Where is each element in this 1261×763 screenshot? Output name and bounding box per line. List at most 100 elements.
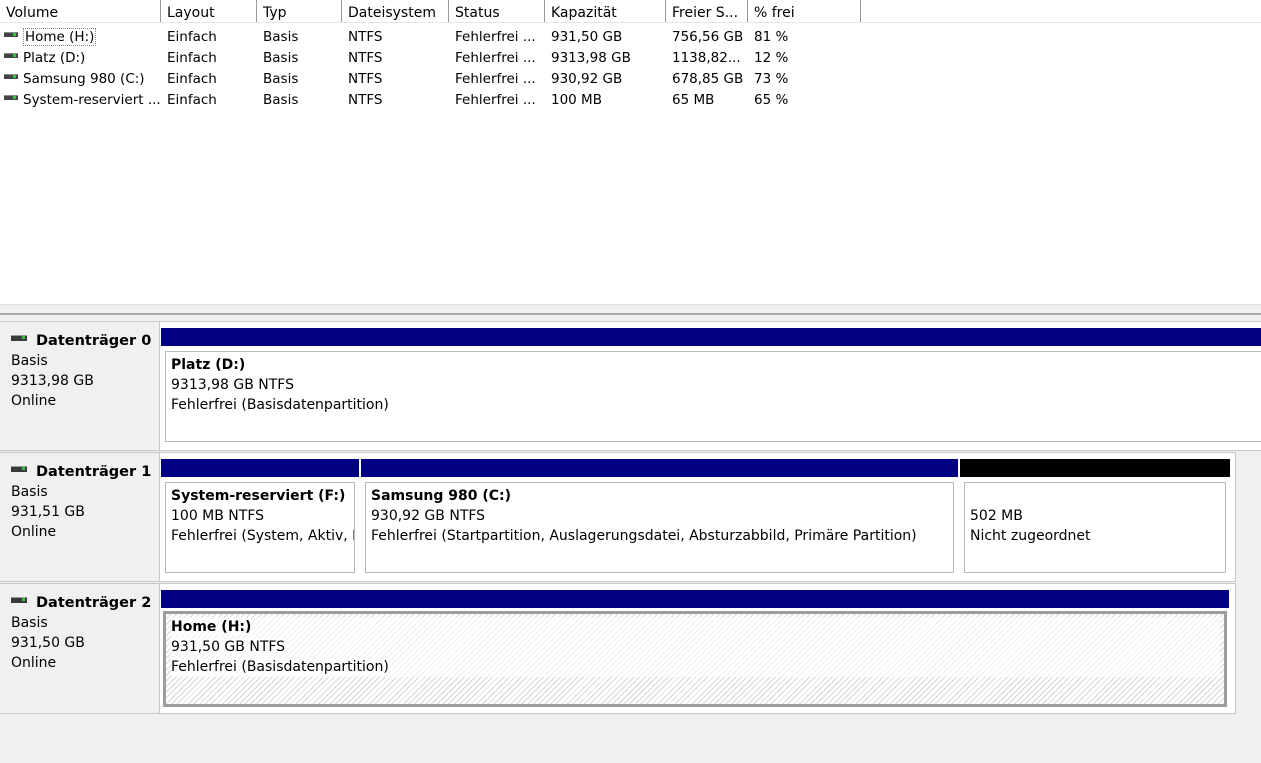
disk-title: Datenträger 1 [11,462,159,482]
drive-icon [4,52,18,58]
percent-free-cell: 12 % [754,50,789,66]
partition-status: Fehlerfrei (Startpartition, Auslagerungs… [371,528,917,544]
disk-title: Datenträger 2 [11,593,159,613]
column-header-layout[interactable]: Layout [161,0,257,22]
filesystem-cell: NTFS [348,50,383,66]
disk-name: Datenträger 2 [36,595,152,611]
partition-body-selected: Home (H:) 931,50 GB NTFS Fehlerfrei (Bas… [163,611,1227,707]
column-header-free-space[interactable]: Freier S... [666,0,748,22]
partition-size: 930,92 GB NTFS [371,508,486,524]
volume-list[interactable]: Volume Layout Typ Dateisystem Status Kap… [0,0,1261,305]
column-header-type[interactable]: Typ [257,0,342,22]
column-header-percent-free[interactable]: % frei [748,0,861,22]
capacity-cell: 931,50 GB [551,29,623,45]
pane-splitter[interactable] [0,305,1261,315]
capacity-cell: 100 MB [551,92,602,108]
volume-cell: System-reserviert ... [0,89,161,110]
layout-cell: Einfach [167,71,217,87]
status-cell: Fehlerfrei ... [455,71,536,87]
drive-icon [4,31,18,37]
volume-name: System-reserviert ... [23,92,161,108]
percent-free-cell: 81 % [754,29,789,45]
disk-name: Datenträger 1 [36,464,152,480]
layout-cell: Einfach [167,92,217,108]
type-cell: Basis [263,50,299,66]
status-cell: Fehlerfrei ... [455,92,536,108]
disk-1-label[interactable]: Datenträger 1 Basis 931,51 GB Online [0,452,160,582]
free-space-cell: 1138,82... [672,50,741,66]
column-header-status[interactable]: Status [449,0,545,22]
partition-bar [161,459,359,477]
disk-state: Online [11,524,57,540]
disk-1-area: System-reserviert (F:) 100 MB NTFS Fehle… [160,452,1236,582]
percent-free-cell: 65 % [754,92,789,108]
layout-cell: Einfach [167,29,217,45]
disk-2-area: Home (H:) 931,50 GB NTFS Fehlerfrei (Bas… [160,583,1236,714]
free-space-cell: 756,56 GB [672,29,744,45]
partition-bar [361,459,958,477]
volume-row-0[interactable]: Home (H:) Einfach Basis NTFS Fehlerfrei … [0,26,1261,47]
volume-cell: Samsung 980 (C:) [0,68,161,89]
disk-state: Online [11,393,57,409]
volume-name: Home (H:) [23,28,97,46]
volume-cell: Home (H:) [0,26,161,47]
layout-cell: Einfach [167,50,217,66]
disk-2-label[interactable]: Datenträger 2 Basis 931,50 GB Online [0,583,160,714]
partition-body: System-reserviert (F:) 100 MB NTFS Fehle… [165,482,355,573]
partition-size: 931,50 GB NTFS [171,637,1220,657]
partition-size: 9313,98 GB NTFS [171,377,294,393]
disk-name: Datenträger 0 [36,333,152,349]
volume-name: Platz (D:) [23,50,86,66]
partition-samsung-980[interactable]: Samsung 980 (C:) 930,92 GB NTFS Fehlerfr… [361,459,958,577]
drive-icon [11,466,27,472]
partition-bar [161,328,1261,346]
type-cell: Basis [263,71,299,87]
disk-0-label[interactable]: Datenträger 0 Basis 9313,98 GB Online [0,321,160,451]
volume-row-2[interactable]: Samsung 980 (C:) Einfach Basis NTFS Fehl… [0,68,1261,89]
free-space-cell: 678,85 GB [672,71,744,87]
partition-bar [161,590,1229,608]
partition-system-reserved[interactable]: System-reserviert (F:) 100 MB NTFS Fehle… [161,459,359,577]
partition-name: Home (H:) [171,617,1220,637]
capacity-cell: 930,92 GB [551,71,623,87]
partition-unallocated[interactable]: 502 MB Nicht zugeordnet [960,459,1230,577]
partition-status: Fehlerfrei (System, Aktiv, Primäre Parti… [171,528,354,544]
disk-size: 931,50 GB [11,635,85,651]
disk-type: Basis [11,484,48,500]
percent-free-cell: 73 % [754,71,789,87]
volume-row-3[interactable]: System-reserviert ... Einfach Basis NTFS… [0,89,1261,110]
drive-icon [4,94,18,100]
partition-platz[interactable]: Platz (D:) 9313,98 GB NTFS Fehlerfrei (B… [161,328,1261,446]
disk-type: Basis [11,353,48,369]
partition-name: System-reserviert (F:) [171,488,346,504]
partition-status: Nicht zugeordnet [970,528,1091,544]
disk-title: Datenträger 0 [11,331,159,351]
partition-bar [960,459,1230,477]
partition-body: Samsung 980 (C:) 930,92 GB NTFS Fehlerfr… [365,482,954,573]
disk-0-area: Platz (D:) 9313,98 GB NTFS Fehlerfrei (B… [160,321,1261,451]
disk-size: 931,51 GB [11,504,85,520]
filesystem-cell: NTFS [348,29,383,45]
capacity-cell: 9313,98 GB [551,50,631,66]
partition-size: 502 MB [970,508,1023,524]
list-header: Volume Layout Typ Dateisystem Status Kap… [0,0,1261,23]
column-header-filesystem[interactable]: Dateisystem [342,0,449,22]
partition-name: Platz (D:) [171,357,246,373]
column-header-capacity[interactable]: Kapazität [545,0,666,22]
partition-name: Samsung 980 (C:) [371,488,512,504]
partition-size: 100 MB NTFS [171,508,265,524]
partition-status: Fehlerfrei (Basisdatenpartition) [171,657,1220,677]
status-cell: Fehlerfrei ... [455,29,536,45]
drive-icon [11,335,27,341]
volume-name: Samsung 980 (C:) [23,71,145,87]
status-cell: Fehlerfrei ... [455,50,536,66]
partition-status: Fehlerfrei (Basisdatenpartition) [171,397,389,413]
partition-home[interactable]: Home (H:) 931,50 GB NTFS Fehlerfrei (Bas… [161,590,1229,708]
disk-type: Basis [11,615,48,631]
partition-body: 502 MB Nicht zugeordnet [964,482,1226,573]
filesystem-cell: NTFS [348,92,383,108]
volume-row-1[interactable]: Platz (D:) Einfach Basis NTFS Fehlerfrei… [0,47,1261,68]
disk-state: Online [11,655,57,671]
column-header-volume[interactable]: Volume [0,0,161,22]
volume-cell: Platz (D:) [0,47,161,68]
